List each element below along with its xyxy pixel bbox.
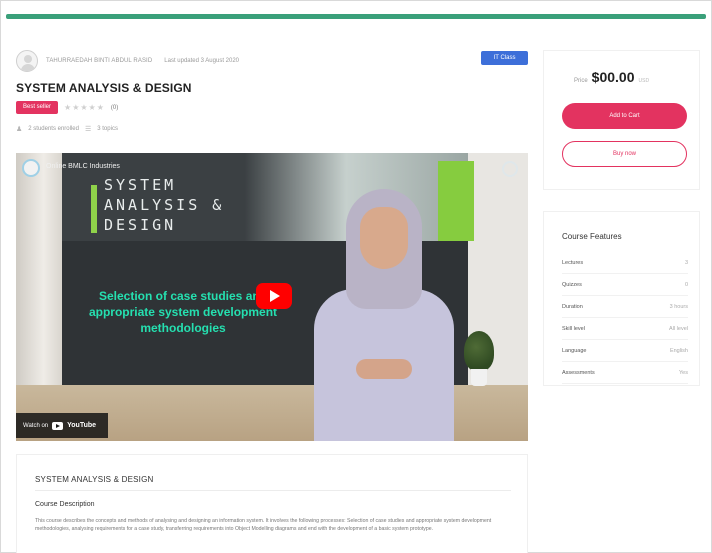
add-to-cart-button[interactable]: Add to Cart — [562, 103, 687, 129]
buy-now-button[interactable]: Buy now — [562, 141, 687, 167]
price-label: Price — [574, 78, 588, 84]
description-heading: Course Description — [35, 501, 95, 508]
feature-label: Quizzes — [562, 281, 582, 288]
feature-value: All level — [669, 325, 688, 332]
description-title: SYSTEM ANALYSIS & DESIGN — [35, 475, 154, 484]
lessons-icon: ☰ — [84, 126, 92, 133]
youtube-wordmark: YouTube — [67, 422, 97, 429]
presenter-face — [360, 207, 408, 269]
feature-value: Yes — [679, 369, 688, 376]
youtube-icon — [52, 421, 64, 430]
students-enrolled: 2 students enrolled — [28, 126, 79, 132]
slide-title: SYSTEM ANALYSIS & DESIGN — [104, 175, 224, 235]
share-icon[interactable] — [502, 161, 518, 177]
feature-label: Skill level — [562, 325, 585, 332]
video-curtain — [16, 153, 62, 393]
badge-row: Best seller ★★★★★ (0) — [16, 101, 118, 114]
feature-list: Lectures 3 Quizzes 0 Duration 3 hours Sk… — [562, 252, 688, 384]
features-title: Course Features — [562, 232, 622, 241]
course-meta: ♟ 2 students enrolled ☰ 3 topics — [16, 125, 118, 133]
channel-logo-icon[interactable] — [22, 159, 40, 177]
author-row: TAHURRAEDAH BINTI ABDUL RASID Last updat… — [16, 50, 239, 72]
feature-label: Duration — [562, 303, 583, 310]
plant-decoration — [464, 331, 494, 386]
feature-label: Assessments — [562, 369, 595, 376]
video-player[interactable]: SYSTEM ANALYSIS & DESIGN Selection of ca… — [16, 153, 528, 441]
price-card: Price $00.00 USD Add to Cart Buy now — [543, 50, 700, 190]
features-card: Course Features Lectures 3 Quizzes 0 Dur… — [543, 211, 700, 386]
feature-row-duration: Duration 3 hours — [562, 296, 688, 318]
feature-row-lectures: Lectures 3 — [562, 252, 688, 274]
slide-title-line: ANALYSIS & — [104, 196, 225, 214]
page-title: SYSTEM ANALYSIS & DESIGN — [16, 81, 192, 95]
top-accent-bar — [6, 14, 706, 19]
feature-row-language: Language English — [562, 340, 688, 362]
avatar[interactable] — [16, 50, 38, 72]
watch-on-youtube-button[interactable]: Watch on YouTube — [16, 413, 108, 438]
category-badge[interactable]: IT Class — [481, 51, 528, 65]
feature-value: 3 hours — [669, 303, 688, 310]
description-divider — [35, 490, 511, 491]
bestseller-badge: Best seller — [16, 101, 59, 114]
feature-label: Language — [562, 347, 587, 354]
plant-pot — [471, 369, 487, 386]
presenter — [300, 189, 468, 441]
feature-label: Lectures — [562, 259, 584, 266]
description-body: This course describes the concepts and m… — [35, 518, 492, 532]
play-button[interactable] — [256, 283, 292, 309]
channel-name[interactable]: Online BMLC Industries — [46, 163, 120, 170]
last-updated: Last updated 3 August 2020 — [164, 58, 239, 64]
rating-stars: ★★★★★ — [64, 103, 105, 112]
rating-count: (0) — [110, 104, 119, 111]
price-suffix: USD — [638, 78, 650, 84]
feature-row-skill-level: Skill level All level — [562, 318, 688, 340]
price-value: $00.00 — [591, 69, 635, 85]
feature-row-assessments: Assessments Yes — [562, 362, 688, 384]
watch-on-label: Watch on — [23, 422, 49, 429]
student-icon: ♟ — [16, 126, 23, 133]
feature-row-quizzes: Quizzes 0 — [562, 274, 688, 296]
author-name[interactable]: TAHURRAEDAH BINTI ABDUL RASID — [46, 58, 152, 64]
lessons-count: 3 topics — [97, 126, 118, 132]
description-card: SYSTEM ANALYSIS & DESIGN Course Descript… — [16, 454, 528, 553]
plant-leaves — [464, 331, 494, 371]
feature-value: 3 — [684, 259, 688, 266]
slide-title-line: SYSTEM — [104, 176, 177, 194]
slide-title-line: DESIGN — [104, 216, 177, 234]
price-row: Price $00.00 USD — [574, 69, 649, 85]
feature-value: English — [669, 347, 688, 354]
slide-accent-bar — [91, 185, 97, 233]
presenter-hands — [356, 359, 412, 379]
feature-value: 0 — [684, 281, 688, 288]
